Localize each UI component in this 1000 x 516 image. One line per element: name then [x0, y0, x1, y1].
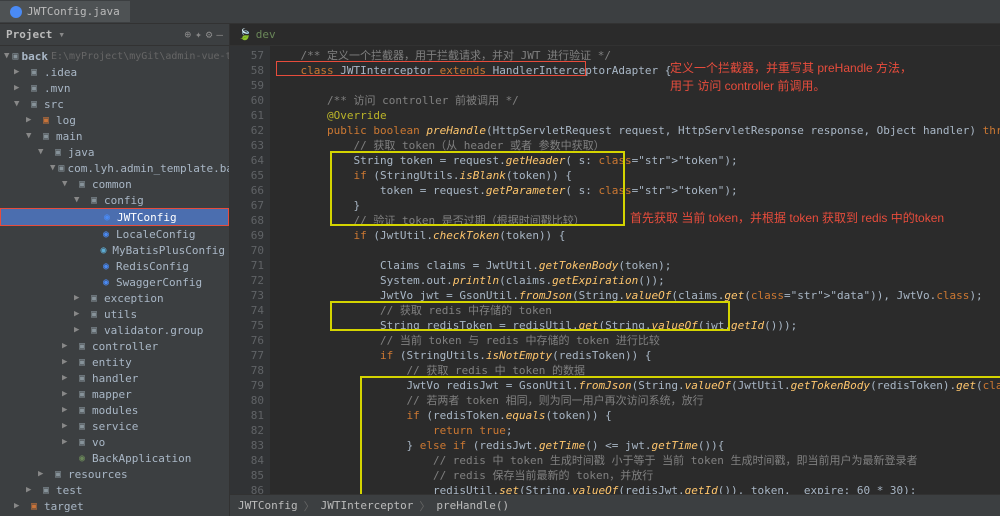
editor-tabs: JWTConfig.java: [0, 0, 1000, 24]
tree-item-swaggerconfig[interactable]: ◉SwaggerConfig: [0, 274, 229, 290]
tree-item-common[interactable]: ▼▣common: [0, 176, 229, 192]
bc-sep-icon: 〉: [304, 498, 315, 514]
tree-item-jwtconfig[interactable]: ◉JWTConfig: [0, 208, 229, 226]
folder-icon: ▣: [75, 435, 89, 449]
bc-class[interactable]: JWTConfig: [238, 499, 298, 512]
tree-item-localeconfig[interactable]: ◉LocaleConfig: [0, 226, 229, 242]
profile-bar: 🍃 dev Change Profiles...: [230, 24, 1000, 46]
bc-inner[interactable]: JWTInterceptor: [321, 499, 414, 512]
tree-item-mapper[interactable]: ▶▣mapper: [0, 386, 229, 402]
tree-item-target[interactable]: ▶▣target: [0, 498, 229, 514]
folder-orange-icon: ▣: [27, 499, 41, 513]
folder-icon: ▣: [87, 307, 101, 321]
collapse-icon[interactable]: ⊕: [185, 28, 192, 41]
editor-pane: 🍃 dev Change Profiles... 575859606162636…: [230, 24, 1000, 516]
tree-item-test[interactable]: ▶▣test: [0, 482, 229, 498]
folder-icon: ▣: [75, 339, 89, 353]
tree-item-vo[interactable]: ▶▣vo: [0, 434, 229, 450]
folder-icon: ▣: [51, 145, 65, 159]
tree-item-modules[interactable]: ▶▣modules: [0, 402, 229, 418]
tree-item-backapplication[interactable]: ◉BackApplication: [0, 450, 229, 466]
folder-icon: ▣: [27, 65, 41, 79]
folder-icon: ▣: [58, 161, 64, 175]
tree-item-resources[interactable]: ▶▣resources: [0, 466, 229, 482]
tree-root[interactable]: ▼▣ back E:\myProject\myGit\admin-vue-tem…: [0, 48, 229, 64]
file-blue-icon: ◉: [100, 210, 114, 224]
tree-item--mvn[interactable]: ▶▣.mvn: [0, 80, 229, 96]
file-cyan-icon: ◉: [98, 243, 110, 257]
folder-icon: ▣: [75, 177, 89, 191]
bc-method[interactable]: preHandle(): [436, 499, 509, 512]
sidebar-header: Project ▾ ⊕ ✦ ⚙ —: [0, 24, 229, 46]
note-1a: 定义一个拦截器，并重写其 preHandle 方法，: [670, 61, 912, 76]
file-blue-icon: ◉: [99, 259, 113, 273]
tree-item-main[interactable]: ▼▣main: [0, 128, 229, 144]
folder-icon: ▣: [27, 81, 41, 95]
project-tree[interactable]: ▼▣ back E:\myProject\myGit\admin-vue-tem…: [0, 46, 229, 516]
sidebar-title: Project: [6, 28, 52, 41]
folder-icon: ▣: [39, 483, 53, 497]
tree-item-handler[interactable]: ▶▣handler: [0, 370, 229, 386]
note-2: 首先获取 当前 token，并根据 token 获取到 redis 中的toke…: [630, 211, 944, 226]
tab-label: JWTConfig.java: [27, 5, 120, 18]
file-blue-icon: ◉: [99, 227, 113, 241]
folder-orange-icon: ▣: [39, 113, 53, 127]
project-sidebar: Project ▾ ⊕ ✦ ⚙ — ▼▣ back E:\myProject\m…: [0, 24, 230, 516]
folder-icon: ▣: [75, 387, 89, 401]
line-gutter: 5758596061626364656667686970717273747576…: [230, 46, 270, 494]
folder-icon: ▣: [75, 403, 89, 417]
java-class-icon: [10, 6, 22, 18]
tree-item--idea[interactable]: ▶▣.idea: [0, 64, 229, 80]
breadcrumb[interactable]: JWTConfig 〉 JWTInterceptor 〉 preHandle(): [230, 494, 1000, 516]
tree-item-log[interactable]: ▶▣log: [0, 112, 229, 128]
folder-icon: ▣: [87, 323, 101, 337]
gear-icon[interactable]: ⚙: [206, 28, 213, 41]
folder-icon: ▣: [12, 49, 18, 63]
bc-sep-icon: 〉: [419, 498, 430, 514]
tree-item-mybatisplusconfig[interactable]: ◉MyBatisPlusConfig: [0, 242, 229, 258]
tree-item-entity[interactable]: ▶▣entity: [0, 354, 229, 370]
profile-label: dev: [256, 28, 276, 41]
code-area[interactable]: 5758596061626364656667686970717273747576…: [230, 46, 1000, 494]
tree-item-utils[interactable]: ▶▣utils: [0, 306, 229, 322]
tree-item-exception[interactable]: ▶▣exception: [0, 290, 229, 306]
tab-jwtconfig[interactable]: JWTConfig.java: [0, 1, 130, 22]
tree-item-src[interactable]: ▼▣src: [0, 96, 229, 112]
folder-icon: ▣: [75, 371, 89, 385]
folder-icon: ▣: [75, 419, 89, 433]
tree-item-validator-group[interactable]: ▶▣validator.group: [0, 322, 229, 338]
folder-icon: ▣: [75, 355, 89, 369]
tree-item-java[interactable]: ▼▣java: [0, 144, 229, 160]
file-green-icon: ◉: [75, 451, 89, 465]
folder-icon: ▣: [39, 129, 53, 143]
sidebar-toolbar: ⊕ ✦ ⚙ —: [185, 28, 224, 41]
tree-item-com-lyh-admin-template-back[interactable]: ▼▣com.lyh.admin_template.back: [0, 160, 229, 176]
tree-item-controller[interactable]: ▶▣controller: [0, 338, 229, 354]
folder-icon: ▣: [87, 291, 101, 305]
tree-item-service[interactable]: ▶▣service: [0, 418, 229, 434]
leaf-icon: 🍃: [238, 28, 252, 41]
tree-item-config[interactable]: ▼▣config: [0, 192, 229, 208]
settings-icon[interactable]: ✦: [195, 28, 202, 41]
folder-icon: ▣: [27, 97, 41, 111]
file-blue-icon: ◉: [99, 275, 113, 289]
tree-item-redisconfig[interactable]: ◉RedisConfig: [0, 258, 229, 274]
folder-icon: ▣: [51, 467, 65, 481]
note-1b: 用于 访问 controller 前调用。: [670, 79, 825, 94]
code-content[interactable]: 定义一个拦截器，并重写其 preHandle 方法， 用于 访问 control…: [270, 46, 1000, 494]
hide-icon[interactable]: —: [216, 28, 223, 41]
folder-icon: ▣: [87, 193, 101, 207]
